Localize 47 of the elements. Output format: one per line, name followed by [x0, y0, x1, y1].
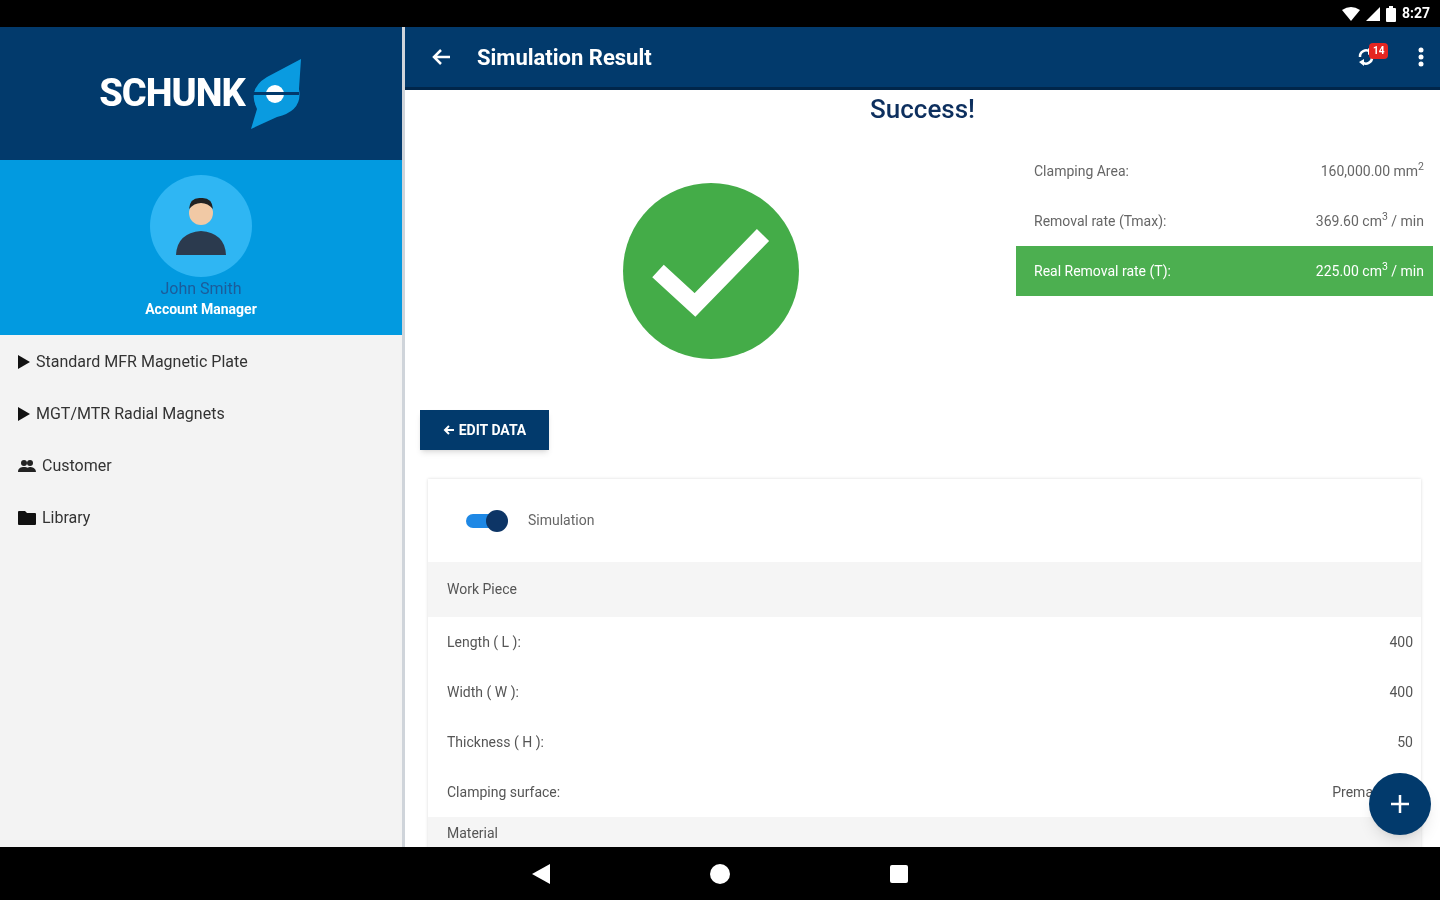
sidebar-item[interactable]: MGT/MTR Radial Magnets	[0, 388, 402, 440]
simulation-switch[interactable]	[466, 509, 508, 532]
switch-label: Simulation	[528, 511, 595, 530]
metric-label: Removal rate (Tmax):	[1034, 211, 1167, 231]
section-header: Material	[428, 817, 1421, 847]
metric-label: Clamping Area:	[1034, 161, 1129, 181]
signal-icon	[1365, 6, 1380, 21]
metric-value: 225.00 cm$^{3}$ / min	[1315, 260, 1424, 281]
recents-icon[interactable]	[890, 864, 908, 883]
sidebar-item[interactable]: Library	[0, 492, 402, 544]
section-header: Work Piece	[428, 562, 1421, 617]
sidebar-item[interactable]: Standard MFR Magnetic Plate	[0, 336, 402, 388]
sync-icon[interactable]	[1356, 45, 1376, 69]
wifi-icon	[1341, 6, 1360, 21]
field-label: Thickness ( H ):	[447, 732, 544, 753]
user-name: John Smith	[160, 279, 242, 299]
more-icon[interactable]	[1418, 47, 1424, 67]
edit-data-button[interactable]: EDIT DATA	[420, 410, 549, 450]
field-value: 50	[1397, 732, 1413, 752]
field-value: Prema	[1332, 782, 1373, 802]
people-icon	[18, 460, 36, 472]
field-label: Width ( W ):	[447, 682, 519, 703]
clock-time: 8:27	[1401, 4, 1430, 23]
logo-text: SCHUNK	[99, 70, 245, 117]
metric-value: 160,000.00 mm$^{2}$	[1320, 160, 1424, 181]
notification-badge: 14	[1369, 43, 1389, 59]
folder-icon	[18, 511, 36, 525]
field-value: 400	[1389, 632, 1413, 652]
field-label: Clamping surface:	[447, 782, 561, 802]
home-icon[interactable]	[710, 863, 730, 884]
field-value: 400	[1389, 682, 1413, 702]
result-heading: Success!	[870, 93, 975, 126]
avatar-icon	[150, 175, 252, 277]
back-icon[interactable]	[532, 863, 550, 884]
triangle-right-icon	[18, 355, 30, 369]
metric-label: Real Removal rate (T):	[1034, 261, 1171, 282]
battery-icon	[1385, 5, 1396, 22]
sidebar-item[interactable]: Customer	[0, 440, 402, 492]
toolbar-title: Simulation Result	[477, 43, 652, 72]
metric-value: 369.60 cm$^{3}$ / min	[1315, 210, 1424, 231]
plus-icon	[1391, 795, 1409, 813]
success-check-icon	[622, 183, 799, 359]
back-arrow-icon[interactable]	[431, 48, 451, 66]
user-role: Account Manager	[145, 300, 257, 319]
back-arrow-icon	[442, 424, 455, 436]
triangle-right-icon	[18, 407, 30, 421]
field-label: Length ( L ):	[447, 632, 521, 653]
